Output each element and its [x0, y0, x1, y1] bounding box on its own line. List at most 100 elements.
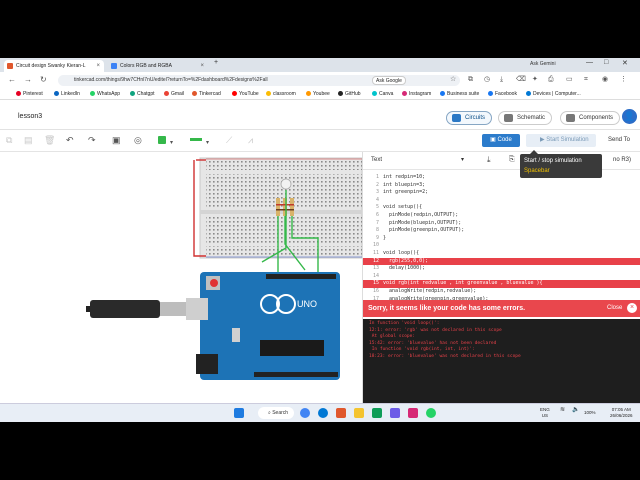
breadboard[interactable] — [199, 157, 363, 259]
code-line[interactable]: 6 pinMode(redpin,OUTPUT); — [363, 212, 640, 220]
delete-icon[interactable]: ⌫ — [516, 75, 526, 85]
bookmark-item[interactable]: classroom — [266, 90, 296, 98]
code-line[interactable]: 4 — [363, 197, 640, 205]
rgb-led[interactable] — [280, 178, 292, 190]
bookmark-item[interactable]: Business suite — [440, 90, 479, 98]
paste-icon[interactable]: ▤ — [24, 134, 33, 146]
color-swatch[interactable] — [158, 136, 166, 144]
code-line[interactable]: 16 analogWrite(redpin,redvalue); — [363, 288, 640, 296]
code-line[interactable]: 3 int greenpin=2; — [363, 189, 640, 197]
star-icon[interactable]: ☆ — [450, 75, 456, 85]
file-explorer-icon[interactable] — [354, 408, 364, 418]
bookmark-item[interactable]: Facebook — [488, 90, 517, 98]
whatsapp-icon[interactable] — [426, 408, 436, 418]
chevron-down-icon[interactable]: ▾ — [461, 156, 464, 163]
bookmark-item[interactable]: WhatsApp — [90, 90, 120, 98]
notes-icon[interactable]: ▣ — [112, 134, 121, 146]
code-line[interactable]: 9} — [363, 235, 640, 243]
extension-icon[interactable]: ⧉ — [468, 75, 473, 85]
send-to-button[interactable]: Send To — [608, 137, 630, 143]
usb-cable[interactable] — [86, 300, 186, 318]
bookmark-item[interactable]: Chatgpt — [130, 90, 155, 98]
copy-icon[interactable]: ⧉ — [6, 134, 12, 146]
schematic-button[interactable]: Schematic — [498, 111, 553, 125]
code-line[interactable]: 14 — [363, 273, 640, 281]
wifi-icon[interactable]: ≋ — [560, 407, 565, 413]
bookmark-item[interactable]: Youbee — [306, 90, 330, 98]
circuits-button[interactable]: Circuits — [446, 111, 493, 125]
puzzle-icon[interactable]: ✦ — [532, 75, 538, 85]
close-button[interactable]: Close — [607, 305, 622, 311]
battery-level[interactable]: 100% — [584, 410, 596, 416]
menu-icon[interactable]: ⋮ — [620, 75, 627, 85]
history-icon[interactable]: ◷ — [484, 75, 490, 85]
app-icon[interactable] — [372, 408, 382, 418]
bookmark-icon[interactable]: ▭ — [566, 75, 573, 85]
bookmark-item[interactable]: Devices | Computer... — [526, 90, 581, 98]
chevron-down-icon[interactable]: ▾ — [206, 137, 209, 149]
reload-icon[interactable]: ↻ — [40, 75, 47, 85]
upload-icon[interactable]: ⎘ — [509, 156, 515, 164]
close-window-icon[interactable]: ✕ — [622, 59, 628, 67]
tab-circuit-design[interactable]: Circuit design Swanky Kieran-L × — [4, 60, 104, 72]
bookmark-item[interactable]: Tinkercad — [192, 90, 221, 98]
code-line[interactable]: 2 int bluepin=3; — [363, 182, 640, 190]
code-line[interactable]: 5 void setup(){ — [363, 204, 640, 212]
view-icon[interactable]: ◎ — [134, 134, 142, 146]
close-icon[interactable]: × — [627, 303, 637, 313]
code-editor[interactable]: 1 int redpin=10; 2 int bluepin=3; 3 int green… — [363, 174, 640, 311]
wire-type-icon[interactable] — [190, 138, 202, 141]
windows-start-icon[interactable] — [234, 408, 244, 418]
delete-icon[interactable]: 🗑 — [44, 134, 55, 146]
maximize-icon[interactable]: □ — [604, 59, 608, 66]
code-line[interactable]: 7 pinMode(bluepin,OUTPUT); — [363, 220, 640, 228]
code-line[interactable]: 12 rgb(255,0,0); — [363, 257, 640, 266]
project-title[interactable]: lesson3 — [18, 113, 42, 120]
avatar[interactable]: 👤 — [622, 109, 637, 124]
arduino-board[interactable]: UNO — [186, 272, 340, 380]
print-icon[interactable]: ⎙ — [548, 75, 554, 85]
bookmark-item[interactable]: Canva — [372, 90, 393, 98]
chevron-down-icon[interactable]: ▾ — [170, 137, 173, 149]
taskbar-search[interactable]: ⌕ Search — [258, 407, 294, 419]
back-icon[interactable]: ← — [8, 75, 16, 85]
undo-icon[interactable]: ↶ — [66, 134, 74, 146]
bookmark-item[interactable]: Instagram — [402, 90, 431, 98]
flip-icon[interactable]: ⩘ — [248, 134, 253, 146]
board-select[interactable]: no R3) — [613, 157, 631, 163]
bookmark-item[interactable]: GitHub — [338, 90, 361, 98]
close-icon[interactable]: × — [96, 60, 100, 72]
minimize-icon[interactable]: — — [586, 59, 593, 66]
code-line[interactable]: 11 void loop(){ — [363, 250, 640, 258]
close-icon[interactable]: × — [200, 60, 204, 72]
circuit-workspace[interactable]: UNO — [0, 152, 363, 403]
tab-colors-rgb[interactable]: Colors RGB and RGBA × — [108, 60, 208, 72]
rotate-icon[interactable]: ⟋ — [226, 134, 232, 146]
code-line[interactable]: 13 delay(1000); — [363, 265, 640, 273]
download-icon[interactable]: ⤓ — [487, 155, 491, 165]
screenshot-icon[interactable]: ⌗ — [584, 75, 588, 85]
chrome-icon[interactable] — [300, 408, 310, 418]
code-line[interactable]: 15 void rgb(int redvalue , int greenvalue… — [363, 280, 640, 288]
bookmark-item[interactable]: Gmail — [164, 90, 184, 98]
app-icon[interactable] — [408, 408, 418, 418]
edge-icon[interactable] — [318, 408, 328, 418]
bookmark-item[interactable]: YouTube — [232, 90, 259, 98]
volume-icon[interactable]: 🔈 — [572, 407, 579, 413]
profile-icon[interactable]: ◉ — [602, 75, 608, 85]
app-icon[interactable] — [390, 408, 400, 418]
ask-gemini-button[interactable]: Ask Gemini — [530, 61, 556, 67]
bookmark-item[interactable]: LinkedIn — [54, 90, 80, 98]
forward-icon[interactable]: → — [24, 75, 32, 85]
code-button[interactable]: ▣ Code — [482, 134, 520, 147]
app-icon[interactable] — [336, 408, 346, 418]
components-button[interactable]: Components — [560, 111, 621, 125]
clock[interactable]: 07:05 AM 26/06/2026 — [610, 407, 633, 419]
download-icon[interactable]: ⤓ — [500, 75, 503, 85]
language-indicator[interactable]: ENG US — [540, 407, 550, 419]
resistors[interactable] — [276, 198, 294, 216]
start-simulation-button[interactable]: ▶ Start Simulation — [526, 134, 596, 147]
code-mode-select[interactable]: Text — [371, 157, 382, 163]
bookmark-item[interactable]: Pinterest — [16, 90, 43, 98]
circuit-canvas[interactable]: UNO — [0, 152, 363, 403]
